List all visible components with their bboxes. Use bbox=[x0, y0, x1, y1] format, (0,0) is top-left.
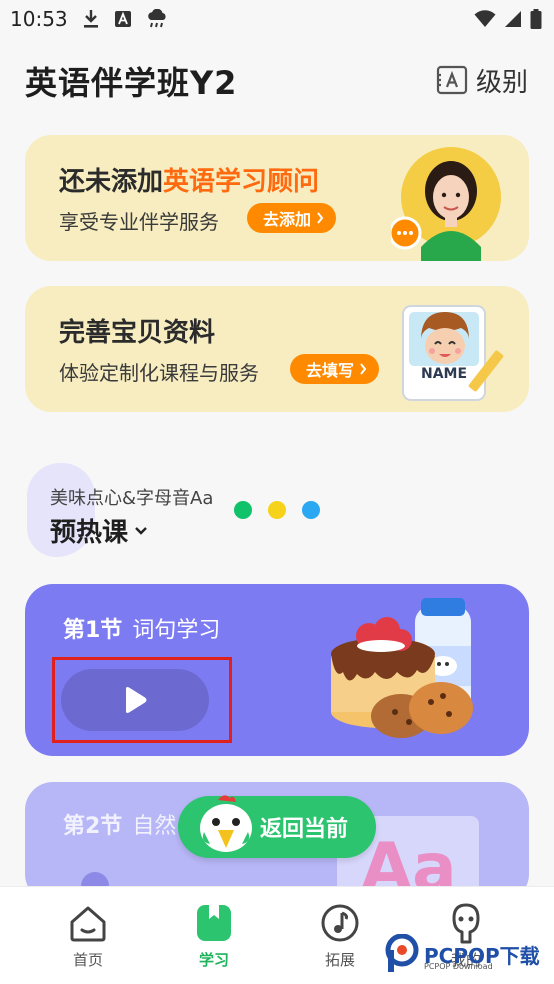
watermark-subtext: PCPOP Download bbox=[424, 962, 493, 971]
page-title: 英语伴学班Y2 bbox=[25, 64, 238, 102]
add-advisor-title-highlight: 英语学习顾问 bbox=[163, 167, 320, 197]
book-icon bbox=[197, 905, 231, 941]
cloud-rain-icon bbox=[148, 9, 166, 28]
section-title: 预热课 bbox=[50, 518, 129, 548]
play-button-highlight bbox=[52, 657, 232, 743]
nav-item-study[interactable]: 学习 bbox=[164, 887, 264, 984]
loading-dot-green bbox=[234, 501, 252, 519]
chevron-down-icon bbox=[135, 526, 147, 535]
add-advisor-button[interactable]: 去添加 bbox=[247, 203, 337, 233]
home-icon bbox=[70, 906, 106, 942]
pcpop-logo-icon bbox=[385, 934, 419, 972]
music-note-icon bbox=[321, 904, 359, 942]
name-card-illustration bbox=[402, 305, 504, 401]
add-advisor-card[interactable]: 还未添加英语学习顾问 享受专业伴学服务 去添加 bbox=[25, 135, 529, 261]
battery-icon bbox=[530, 9, 542, 29]
level-button[interactable]: 级别 bbox=[436, 62, 528, 98]
wifi-icon bbox=[474, 10, 496, 27]
lesson-1-title: 第1节 词句学习 bbox=[63, 612, 220, 644]
chevron-right-icon bbox=[360, 363, 367, 375]
nav-home-label: 首页 bbox=[72, 951, 103, 969]
complete-profile-card[interactable]: 完善宝贝资料 体验定制化课程与服务 去填写 NAME bbox=[25, 286, 529, 412]
complete-profile-button-label: 去填写 bbox=[306, 361, 355, 380]
lesson-1-name: 词句学习 bbox=[132, 618, 221, 643]
section-subtitle: 美味点心&字母音Aa bbox=[50, 488, 214, 509]
advisor-avatar bbox=[391, 147, 501, 261]
lesson-2-number: 第2节 bbox=[63, 814, 123, 839]
add-advisor-button-label: 去添加 bbox=[263, 210, 312, 229]
add-advisor-title-prefix: 还未添加 bbox=[59, 167, 164, 197]
complete-profile-button[interactable]: 去填写 bbox=[290, 354, 380, 384]
add-advisor-subtitle: 享受专业伴学服务 bbox=[59, 210, 219, 234]
level-label: 级别 bbox=[475, 67, 528, 98]
add-advisor-title: 还未添加英语学习顾问 bbox=[59, 161, 319, 198]
nav-expand-label: 拓展 bbox=[324, 951, 355, 969]
chick-mascot-icon bbox=[200, 795, 252, 852]
nav-item-home[interactable]: 首页 bbox=[38, 887, 138, 984]
status-time: 10:53 bbox=[10, 7, 68, 31]
return-current-label: 返回当前 bbox=[260, 817, 349, 842]
signal-icon bbox=[505, 11, 521, 27]
complete-profile-subtitle: 体验定制化课程与服务 bbox=[59, 361, 259, 385]
lesson-2-title: 第2节 自然 bbox=[63, 808, 176, 840]
name-badge: NAME bbox=[421, 366, 468, 382]
cake-milk-illustration bbox=[331, 598, 473, 738]
chevron-right-icon bbox=[317, 212, 324, 224]
loading-dot-yellow bbox=[268, 501, 286, 519]
lesson-1-number: 第1节 bbox=[63, 618, 123, 643]
a-badge-icon bbox=[115, 11, 131, 27]
level-icon bbox=[436, 65, 468, 95]
lesson-2-name: 自然 bbox=[132, 814, 177, 839]
complete-profile-title: 完善宝贝资料 bbox=[59, 318, 216, 348]
nav-study-label: 学习 bbox=[198, 951, 229, 969]
section-title-dropdown[interactable]: 预热课 bbox=[50, 512, 148, 549]
loading-dot-blue bbox=[302, 501, 320, 519]
nav-item-expand[interactable]: 拓展 bbox=[290, 887, 390, 984]
download-icon bbox=[84, 10, 98, 28]
status-bar: 10:53 bbox=[0, 0, 554, 40]
